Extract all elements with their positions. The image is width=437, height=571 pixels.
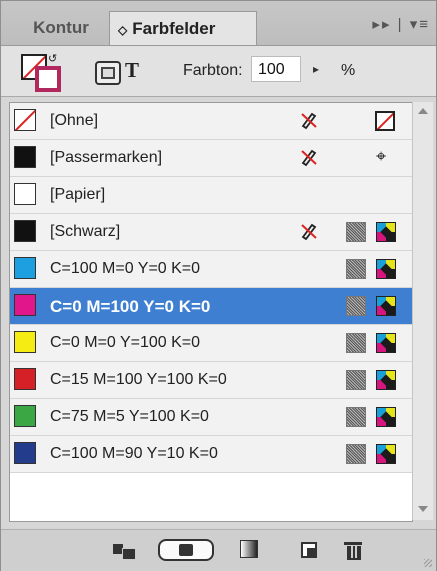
scroll-up-icon[interactable] [418,108,428,114]
resize-grip-icon[interactable] [424,559,432,567]
delete-swatch-icon[interactable] [344,540,362,560]
swatch-chip [14,294,36,316]
swatch-row[interactable]: [Passermarken] ⌖ [10,140,412,177]
cmyk-mode-icon [376,333,396,353]
swap-fill-stroke-icon[interactable]: ↺ [48,52,57,65]
swatch-name: C=100 M=0 Y=0 K=0 [50,260,201,277]
swatch-chip [14,109,36,131]
tab-farbfelder[interactable]: ◇ Farbfelder [109,11,257,45]
swatch-toolbar: ↺ T Farbton: 100 ▸ % [1,46,436,97]
swatch-name: [Passermarken] [50,149,163,166]
registration-icon: ⌖ [376,146,387,166]
swatch-chip [14,257,36,279]
swatch-name: C=100 M=90 Y=10 K=0 [50,445,218,462]
swatch-chip [14,146,36,168]
stroke-swatch-icon[interactable] [35,66,61,92]
swatch-chip [14,220,36,242]
swatch-row[interactable]: C=15 M=100 Y=100 K=0 [10,362,412,399]
swatch-row[interactable]: C=75 M=5 Y=100 K=0 [10,399,412,436]
formatting-affects-container-icon[interactable] [95,61,121,85]
swatch-chip [14,405,36,427]
cmyk-mode-icon [376,407,396,427]
none-swatch-icon [375,111,395,131]
process-color-icon [346,370,366,390]
tint-percent: % [341,62,356,79]
show-color-swatches-toggle[interactable] [158,539,214,561]
cannot-edit-icon [299,221,319,241]
swatch-row[interactable]: [Ohne] [10,103,412,140]
cmyk-mode-icon [376,259,396,279]
swatch-name: [Ohne] [50,112,99,129]
swatch-chip [14,368,36,390]
process-color-icon [346,296,366,316]
tint-input[interactable]: 100 [251,56,301,82]
swatch-chip [14,331,36,353]
swatch-row[interactable]: [Schwarz] [10,214,412,251]
panel-tab-bar: Kontur ◇ Farbfelder ▸▸ | ▾≡ [1,1,436,46]
cannot-edit-icon [299,110,319,130]
formatting-affects-text-icon[interactable]: T [125,58,139,83]
swatches-panel: Kontur ◇ Farbfelder ▸▸ | ▾≡ ↺ T Farbton: … [0,0,437,571]
swatch-list: [Ohne] [Passermarken] ⌖ [Papier] [Schwarz] C=… [9,102,413,522]
tab-collapse-icon[interactable]: ◇ [118,23,127,37]
swatch-chip [14,442,36,464]
swatch-name: C=0 M=100 Y=0 K=0 [50,297,211,316]
cmyk-mode-icon [376,444,396,464]
tint-slider-arrow-icon[interactable]: ▸ [313,62,319,76]
cmyk-mode-icon [376,222,396,242]
tint-label: Farbton: [183,62,243,79]
swatch-chip [14,183,36,205]
swatch-name: C=75 M=5 Y=100 K=0 [50,408,209,425]
process-color-icon [346,444,366,464]
cmyk-mode-icon [376,296,396,316]
swatch-name: [Schwarz] [50,223,121,240]
panel-bottom-bar [1,529,436,571]
swatch-name: C=15 M=100 Y=100 K=0 [50,371,227,388]
process-color-icon [346,259,366,279]
swatch-row[interactable]: C=100 M=0 Y=0 K=0 [10,251,412,288]
swatch-views-icon[interactable] [113,540,137,560]
process-color-icon [346,222,366,242]
fill-stroke-selector[interactable]: ↺ [21,52,61,92]
show-gradient-swatches-icon[interactable] [240,540,258,558]
swatch-row[interactable]: [Papier] [10,177,412,214]
swatch-name: C=0 M=0 Y=100 K=0 [50,334,201,351]
panel-menu-controls[interactable]: ▸▸ | ▾≡ [372,15,430,33]
tab-kontur[interactable]: Kontur [13,11,109,45]
process-color-icon [346,407,366,427]
swatch-name: [Papier] [50,186,106,203]
process-color-icon [346,333,366,353]
cmyk-mode-icon [376,370,396,390]
new-swatch-icon[interactable] [301,542,317,558]
scroll-down-icon[interactable] [418,506,428,512]
swatch-row[interactable]: C=100 M=90 Y=10 K=0 [10,436,412,473]
cannot-edit-icon [299,147,319,167]
scrollbar[interactable] [412,102,433,520]
tab-farbfelder-label: Farbfelder [132,19,216,38]
swatch-row[interactable]: C=0 M=0 Y=100 K=0 [10,325,412,362]
swatch-row[interactable]: C=0 M=100 Y=0 K=0 [10,288,412,325]
